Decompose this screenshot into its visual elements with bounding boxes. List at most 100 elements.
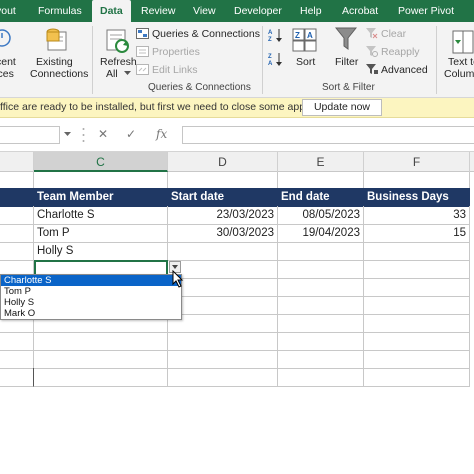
table-cell[interactable] [34,332,168,351]
ribbon-separator [436,26,437,94]
table-cell[interactable] [168,278,278,297]
chevron-down-icon [124,71,131,75]
enter-entry-icon[interactable]: ✓ [126,127,136,141]
table-cell-business-days[interactable]: 33 [364,206,470,225]
tab-power-pivot[interactable]: Power Pivot [398,0,454,22]
sort-label: Sort [296,56,316,68]
table-cell[interactable] [34,350,168,369]
table-cell[interactable] [0,332,34,351]
table-cell-business-days[interactable]: 15 [364,224,470,243]
table-header-business-days[interactable]: Business Days [364,188,470,207]
table-cell[interactable] [168,314,278,333]
table-cell[interactable] [364,260,470,279]
table-header-end-date[interactable]: End date [278,188,364,207]
tab-acrobat[interactable]: Acrobat [342,0,378,22]
table-cell[interactable] [0,242,34,261]
mouse-cursor-icon [172,270,184,288]
table-cell[interactable] [0,350,34,369]
table-cell[interactable] [364,350,470,369]
tab-developer[interactable]: Developer [234,0,282,22]
insert-function-icon[interactable]: fx [156,127,167,141]
recent-sources-label-2: rces [0,68,14,80]
table-cell-start-date[interactable] [168,242,278,261]
cancel-entry-icon[interactable]: ✕ [98,127,108,141]
table-cell[interactable] [278,296,364,315]
existing-connections-icon [46,28,67,51]
table-cell[interactable] [278,368,364,387]
table-cell-start-date[interactable]: 30/03/2023 [168,224,278,243]
sort-ascending-icon: A Z [268,29,282,42]
dropdown-option-charlotte-s[interactable]: Charlotte S [1,275,181,286]
dropdown-option-tom-p[interactable]: Tom P [1,286,181,297]
dropdown-option-holly-s[interactable]: Holly S [1,297,181,308]
refresh-all-label-1: Refresh [100,56,137,68]
chevron-down-icon[interactable] [64,132,71,137]
table-cell[interactable] [364,278,470,297]
table-cell-team-member[interactable]: Charlotte S [34,206,168,225]
tab-review[interactable]: Review [141,0,175,22]
dropdown-option-mark-o[interactable]: Mark O [1,308,181,319]
existing-connections-label-1: Existing [36,56,73,68]
recent-sources-label-1: cent [0,56,16,68]
table-cell[interactable] [0,224,34,243]
column-header-f[interactable]: F [364,152,470,172]
validation-dropdown-list: Charlotte S Tom P Holly S Mark O [0,274,182,320]
table-cell[interactable] [364,296,470,315]
edit-links-icon [136,64,149,75]
table-header-cell[interactable] [0,188,34,207]
table-header-team-member[interactable]: Team Member [34,188,168,207]
tab-formulas[interactable]: Formulas [38,0,82,22]
svg-text:Z: Z [268,37,272,42]
advanced-label: Advanced [381,64,428,76]
table-cell-end-date[interactable]: 08/05/2023 [278,206,364,225]
table-cell-team-member[interactable]: Holly S [34,242,168,261]
table-cell-end-date[interactable]: 19/04/2023 [278,224,364,243]
queries-connections-label: Queries & Connections [152,28,260,40]
table-cell[interactable] [0,368,34,387]
table-cell[interactable] [364,314,470,333]
tab-view[interactable]: View [193,0,216,22]
table-cell[interactable] [168,368,278,387]
refresh-all-label-2: All [106,68,118,80]
table-cell-start-date[interactable]: 23/03/2023 [168,206,278,225]
table-cell[interactable] [168,332,278,351]
table-cell[interactable] [278,278,364,297]
table-cell[interactable] [278,314,364,333]
formula-bar: ✕ ✓ fx [0,118,474,152]
table-cell[interactable] [34,368,168,387]
tab-help[interactable]: Help [300,0,322,22]
table-cell[interactable] [278,260,364,279]
table-header-start-date[interactable]: Start date [168,188,278,207]
column-header-c[interactable]: C [34,152,168,172]
table-cell[interactable] [278,332,364,351]
table-cell[interactable] [168,350,278,369]
column-header-e[interactable]: E [278,152,364,172]
name-box[interactable] [0,126,60,144]
clear-label: Clear [381,28,407,40]
tab-page-layout[interactable]: yout [0,0,16,22]
table-cell[interactable] [364,368,470,387]
ribbon-data: cent rces Existing Connections Refresh A… [0,22,474,98]
tab-data[interactable]: Data [92,0,131,22]
table-cell[interactable] [364,332,470,351]
column-header-d[interactable]: D [168,152,278,172]
table-cell[interactable] [168,260,278,279]
table-cell[interactable] [0,206,34,225]
svg-text:A: A [268,30,273,36]
table-cell[interactable] [168,296,278,315]
group-label-queries-connections: Queries & Connections [148,82,251,93]
filter-label: Filter [335,56,359,68]
recent-sources-icon [0,29,11,47]
group-label-sort-filter: Sort & Filter [322,82,375,93]
table-cell[interactable] [278,350,364,369]
table-cell-end-date[interactable] [278,242,364,261]
filter-icon [335,27,357,50]
formula-input[interactable] [182,126,474,144]
update-now-button[interactable]: Update now [302,99,382,116]
text-to-columns-icon [452,30,474,54]
column-header-b[interactable] [0,152,34,172]
svg-text:A: A [268,61,273,66]
table-cell-team-member[interactable]: Tom P [34,224,168,243]
table-cell-business-days[interactable] [364,242,470,261]
ribbon-separator [262,26,263,94]
